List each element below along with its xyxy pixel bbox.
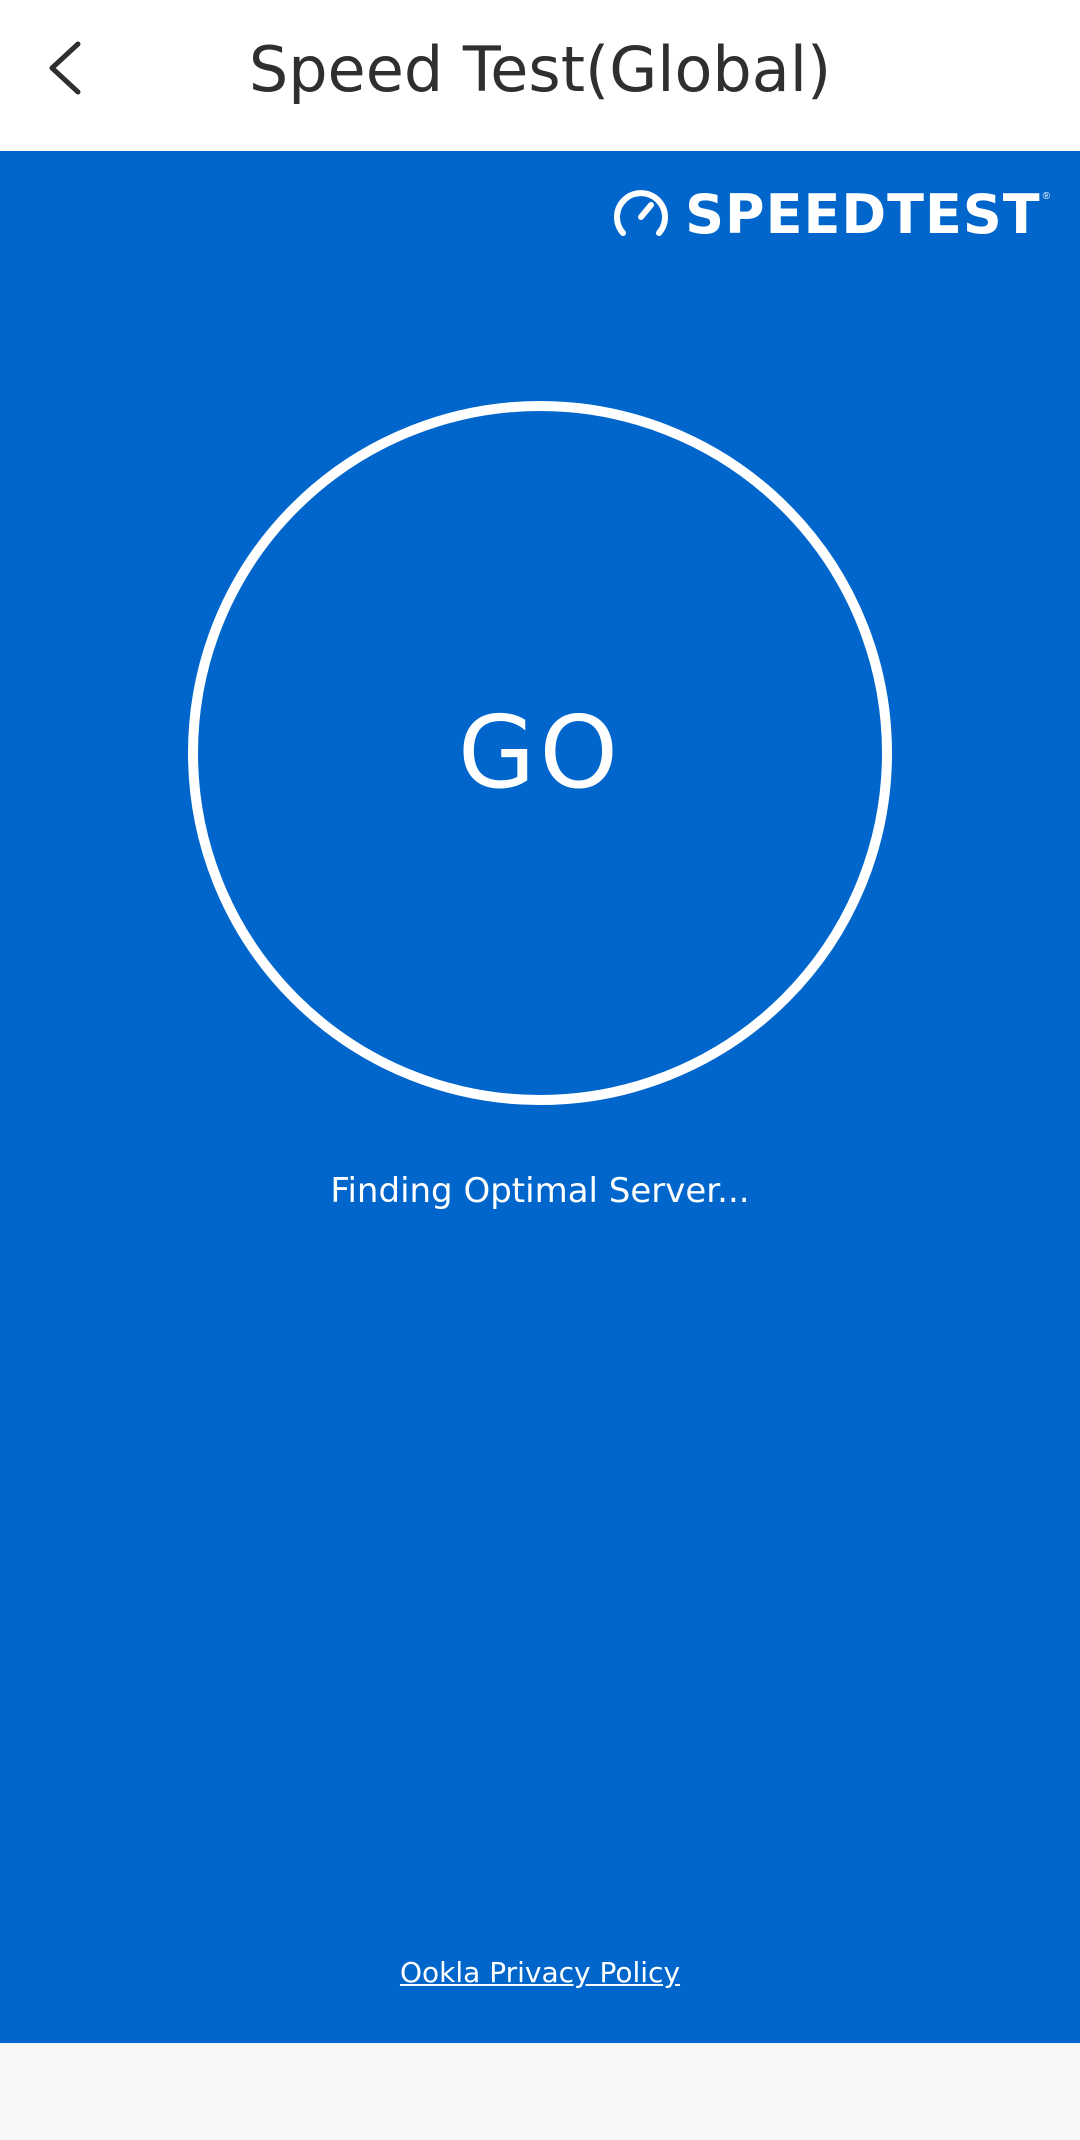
go-button[interactable]: GO (188, 401, 892, 1105)
bottom-bar (0, 2043, 1080, 2140)
speedtest-logo: SPEEDTEST ® (611, 185, 1050, 245)
top-app-bar: Speed Test(Global) (0, 0, 1080, 151)
brand-name: SPEEDTEST (685, 183, 1041, 246)
go-label: GO (457, 694, 623, 811)
speedometer-icon (614, 190, 669, 236)
privacy-policy-link[interactable]: Ookla Privacy Policy (0, 1953, 1080, 1993)
speed-test-screen: Speed Test(Global) SPEEDTEST ® GO Findin… (0, 0, 1080, 2140)
page-title: Speed Test(Global) (248, 33, 832, 106)
registered-mark: ® (1042, 191, 1050, 202)
status-text: Finding Optimal Server... (330, 1171, 750, 1211)
speedtest-panel: SPEEDTEST ® GO Finding Optimal Server...… (0, 151, 1080, 2043)
